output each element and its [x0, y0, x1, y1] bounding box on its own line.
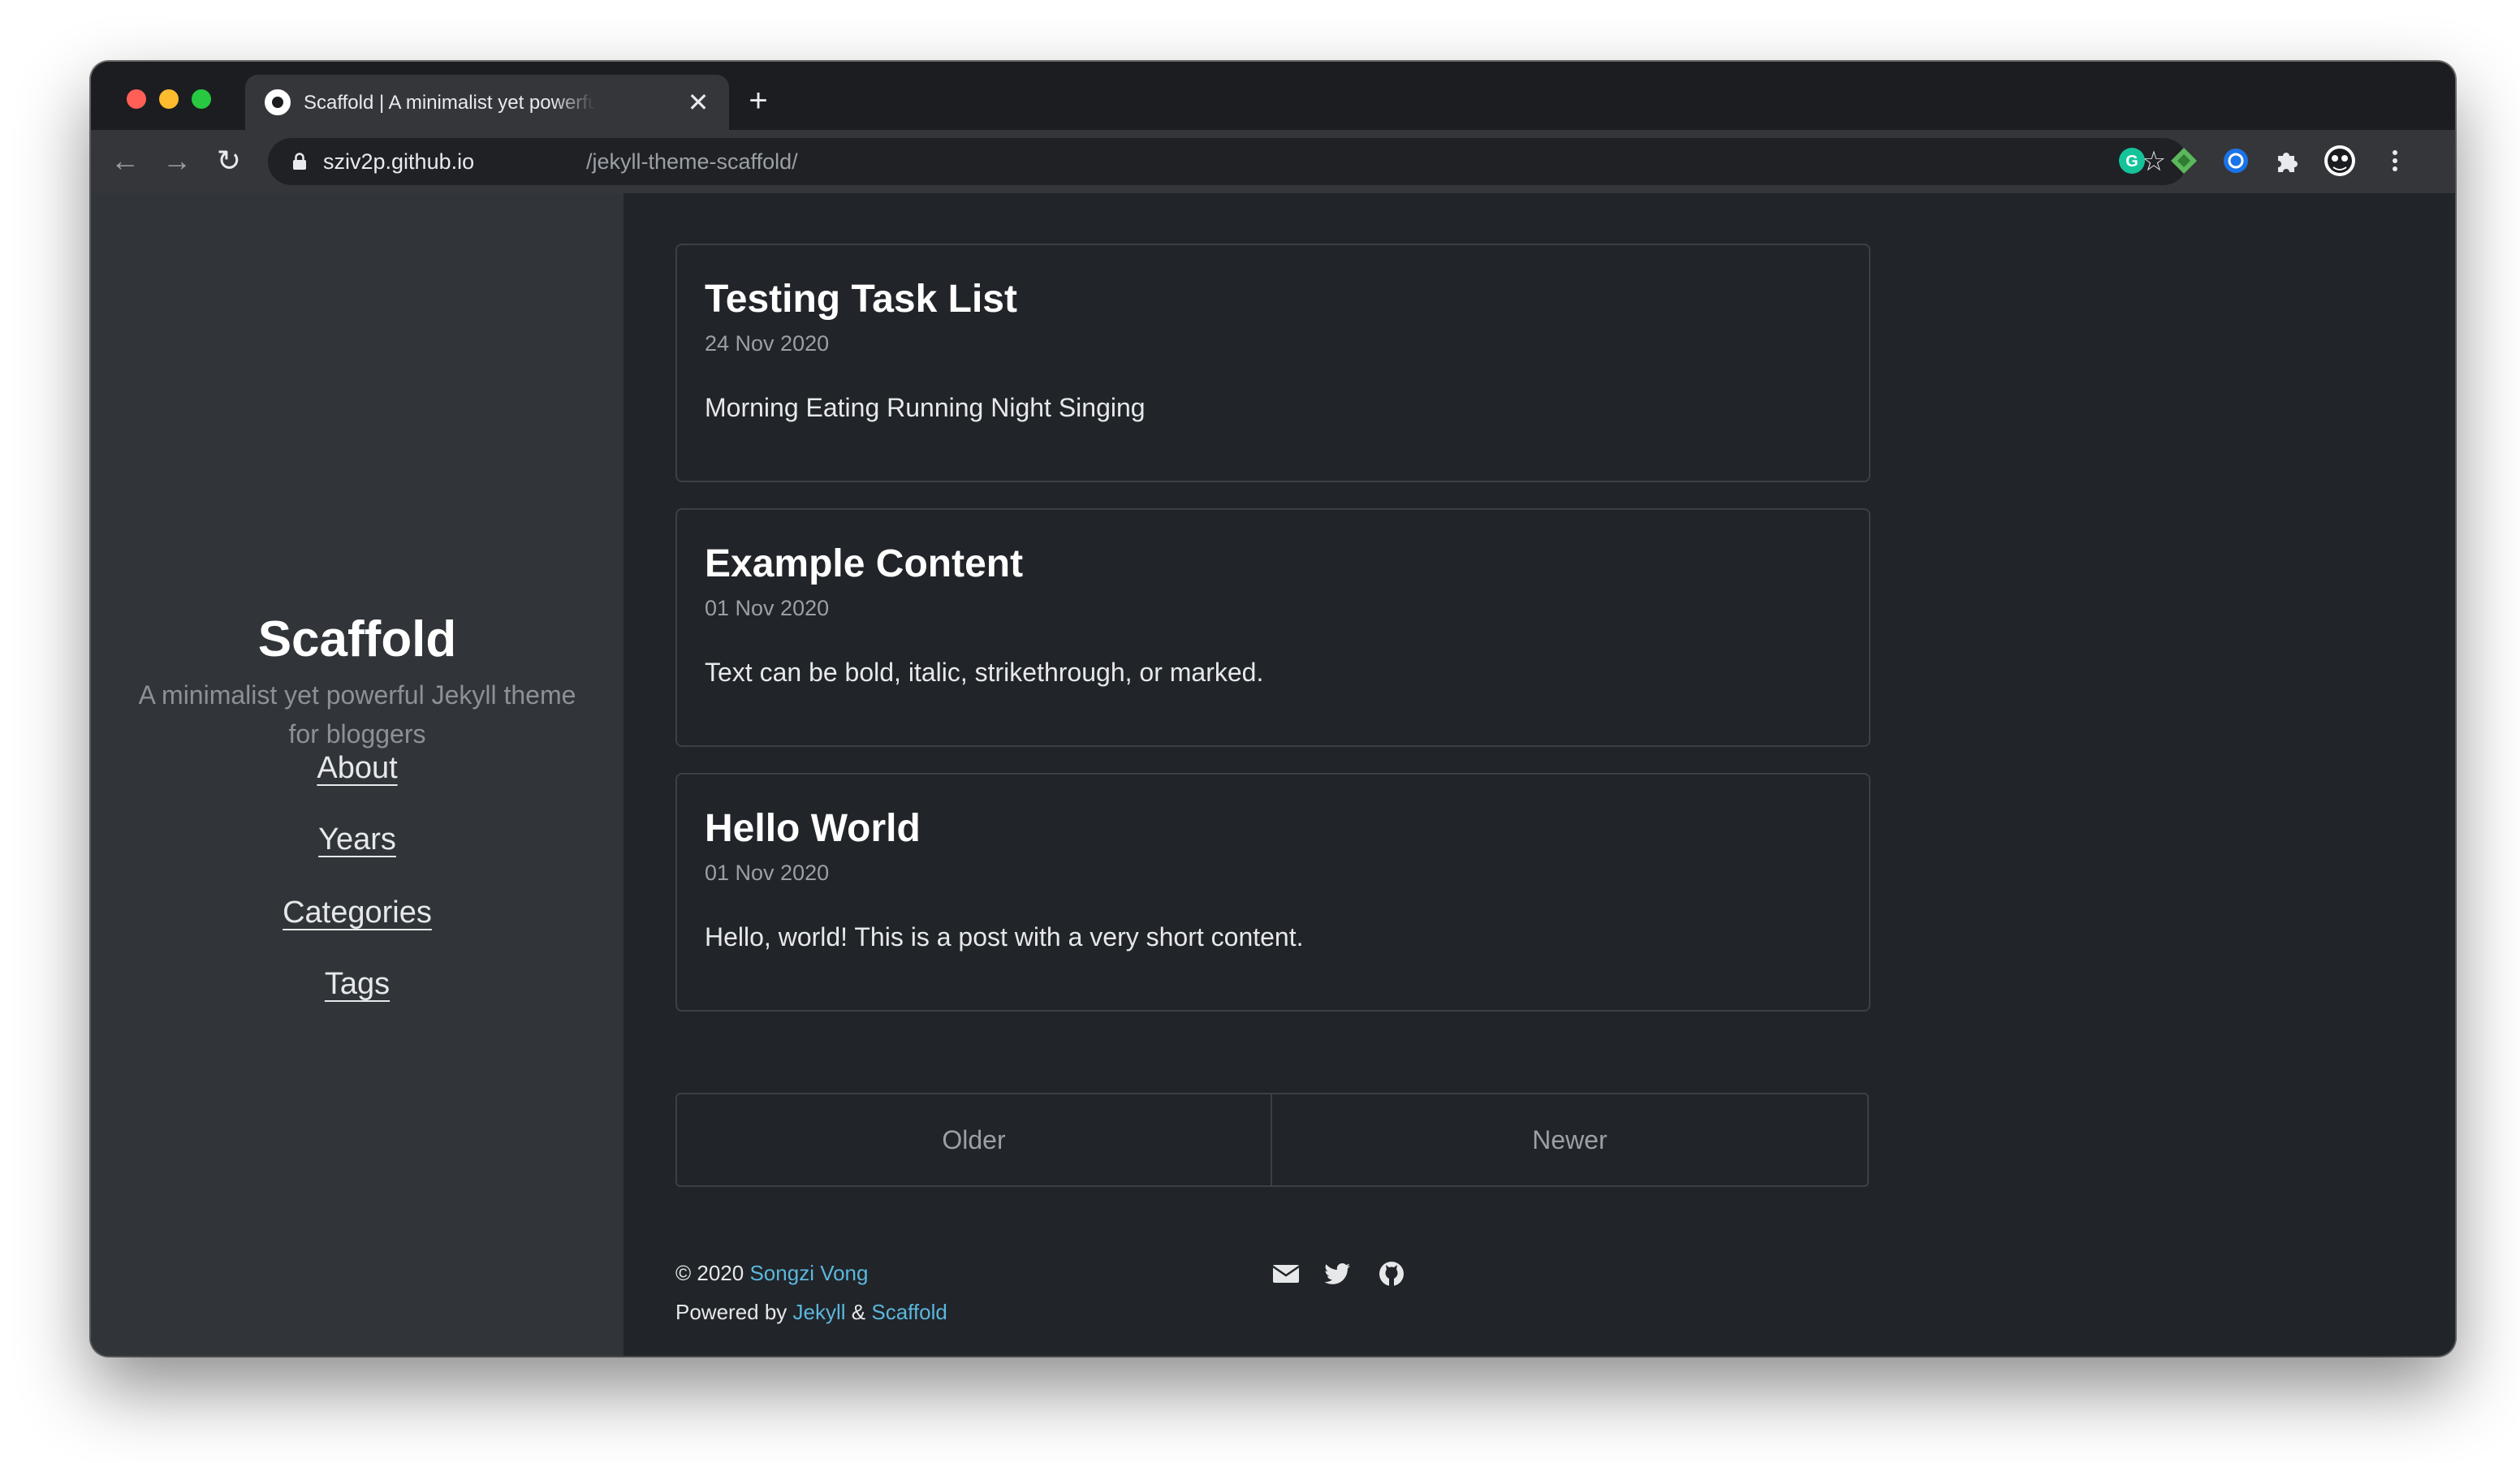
sidebar-item-about: About: [91, 749, 624, 788]
reload-button[interactable]: ↻: [213, 145, 245, 177]
github-icon[interactable]: [1377, 1260, 1406, 1288]
back-button[interactable]: ←: [109, 145, 141, 177]
post-card: Testing Task List 24 Nov 2020 Morning Ea…: [675, 244, 1871, 482]
maximize-window-button[interactable]: [192, 89, 211, 109]
page-content: Scaffold A minimalist yet powerful Jekyl…: [91, 193, 2455, 1356]
post-date: 01 Nov 2020: [705, 861, 830, 885]
site-description: A minimalist yet powerful Jekyll theme f…: [138, 680, 576, 749]
twitter-icon[interactable]: [1323, 1260, 1353, 1288]
post-title[interactable]: Testing Task List: [705, 274, 1017, 325]
site-favicon-icon: [265, 89, 291, 115]
older-posts-button[interactable]: Older: [677, 1094, 1272, 1185]
post-date: 24 Nov 2020: [705, 331, 830, 356]
post-excerpt: Morning Eating Running Night Singing: [705, 393, 1146, 422]
green-diamond-extension-icon[interactable]: [2168, 145, 2200, 177]
grammarly-extension-icon[interactable]: G: [2116, 145, 2148, 177]
tab-strip: Scaffold | A minimalist yet powerful Jek…: [91, 62, 2455, 130]
sidebar-link-categories[interactable]: Categories: [283, 895, 432, 930]
puzzle-icon[interactable]: [2272, 145, 2304, 177]
sidebar: Scaffold A minimalist yet powerful Jekyl…: [91, 193, 624, 1356]
browser-window: Scaffold | A minimalist yet powerful Jek…: [91, 62, 2455, 1356]
post-card: Example Content 01 Nov 2020 Text can be …: [675, 508, 1871, 747]
footer-copyright: © 2020 Songzi Vong: [675, 1258, 868, 1288]
browser-toolbar: ← → ↻ sziv2p.github.io /jekyll-theme-sca…: [91, 130, 2455, 193]
post-excerpt: Hello, world! This is a post with a very…: [705, 922, 1304, 952]
jekyll-link[interactable]: Jekyll: [793, 1300, 846, 1324]
ampersand-text: &: [851, 1300, 866, 1324]
blue-circle-extension-icon[interactable]: [2220, 145, 2252, 177]
site-title[interactable]: Scaffold: [91, 609, 624, 671]
post-card: Hello World 01 Nov 2020 Hello, world! Th…: [675, 773, 1871, 1012]
lock-icon: [293, 153, 306, 170]
tab-title: Scaffold | A minimalist yet powerful Jek…: [304, 92, 596, 114]
address-bar[interactable]: sziv2p.github.io /jekyll-theme-scaffold/…: [268, 138, 2187, 185]
url-host: sziv2p.github.io: [323, 149, 475, 174]
minimize-window-button[interactable]: [159, 89, 179, 109]
browser-tab-active[interactable]: Scaffold | A minimalist yet powerful Jek…: [245, 75, 729, 130]
sidebar-item-tags: Tags: [91, 965, 624, 1003]
post-excerpt: Text can be bold, italic, strikethrough,…: [705, 658, 1264, 687]
sidebar-link-about[interactable]: About: [317, 751, 397, 785]
sidebar-item-categories: Categories: [91, 893, 624, 932]
post-title[interactable]: Hello World: [705, 804, 921, 854]
tab-close-icon[interactable]: ✕: [684, 88, 713, 117]
footer-powered-by: Powered by Jekyll & Scaffold: [675, 1297, 947, 1327]
svg-text:G: G: [2125, 153, 2138, 170]
newer-posts-button[interactable]: Newer: [1272, 1094, 1867, 1185]
author-link[interactable]: Songzi Vong: [749, 1261, 868, 1285]
sidebar-item-years: Years: [91, 820, 624, 859]
kebab-menu-icon[interactable]: [2385, 145, 2405, 177]
sidebar-link-tags[interactable]: Tags: [325, 967, 390, 1001]
pagination: Older Newer: [675, 1093, 1869, 1187]
copyright-text: © 2020: [675, 1261, 744, 1285]
profile-avatar-icon[interactable]: [2324, 145, 2356, 177]
sidebar-link-years[interactable]: Years: [318, 822, 396, 857]
post-date: 01 Nov 2020: [705, 596, 830, 620]
new-tab-button[interactable]: +: [742, 84, 775, 117]
close-window-button[interactable]: [127, 89, 146, 109]
powered-by-text: Powered by: [675, 1300, 788, 1324]
forward-button[interactable]: →: [161, 145, 193, 177]
scaffold-link[interactable]: Scaffold: [871, 1300, 947, 1324]
mail-icon[interactable]: [1271, 1260, 1301, 1288]
url-path: /jekyll-theme-scaffold/: [586, 149, 798, 174]
post-title[interactable]: Example Content: [705, 539, 1023, 589]
